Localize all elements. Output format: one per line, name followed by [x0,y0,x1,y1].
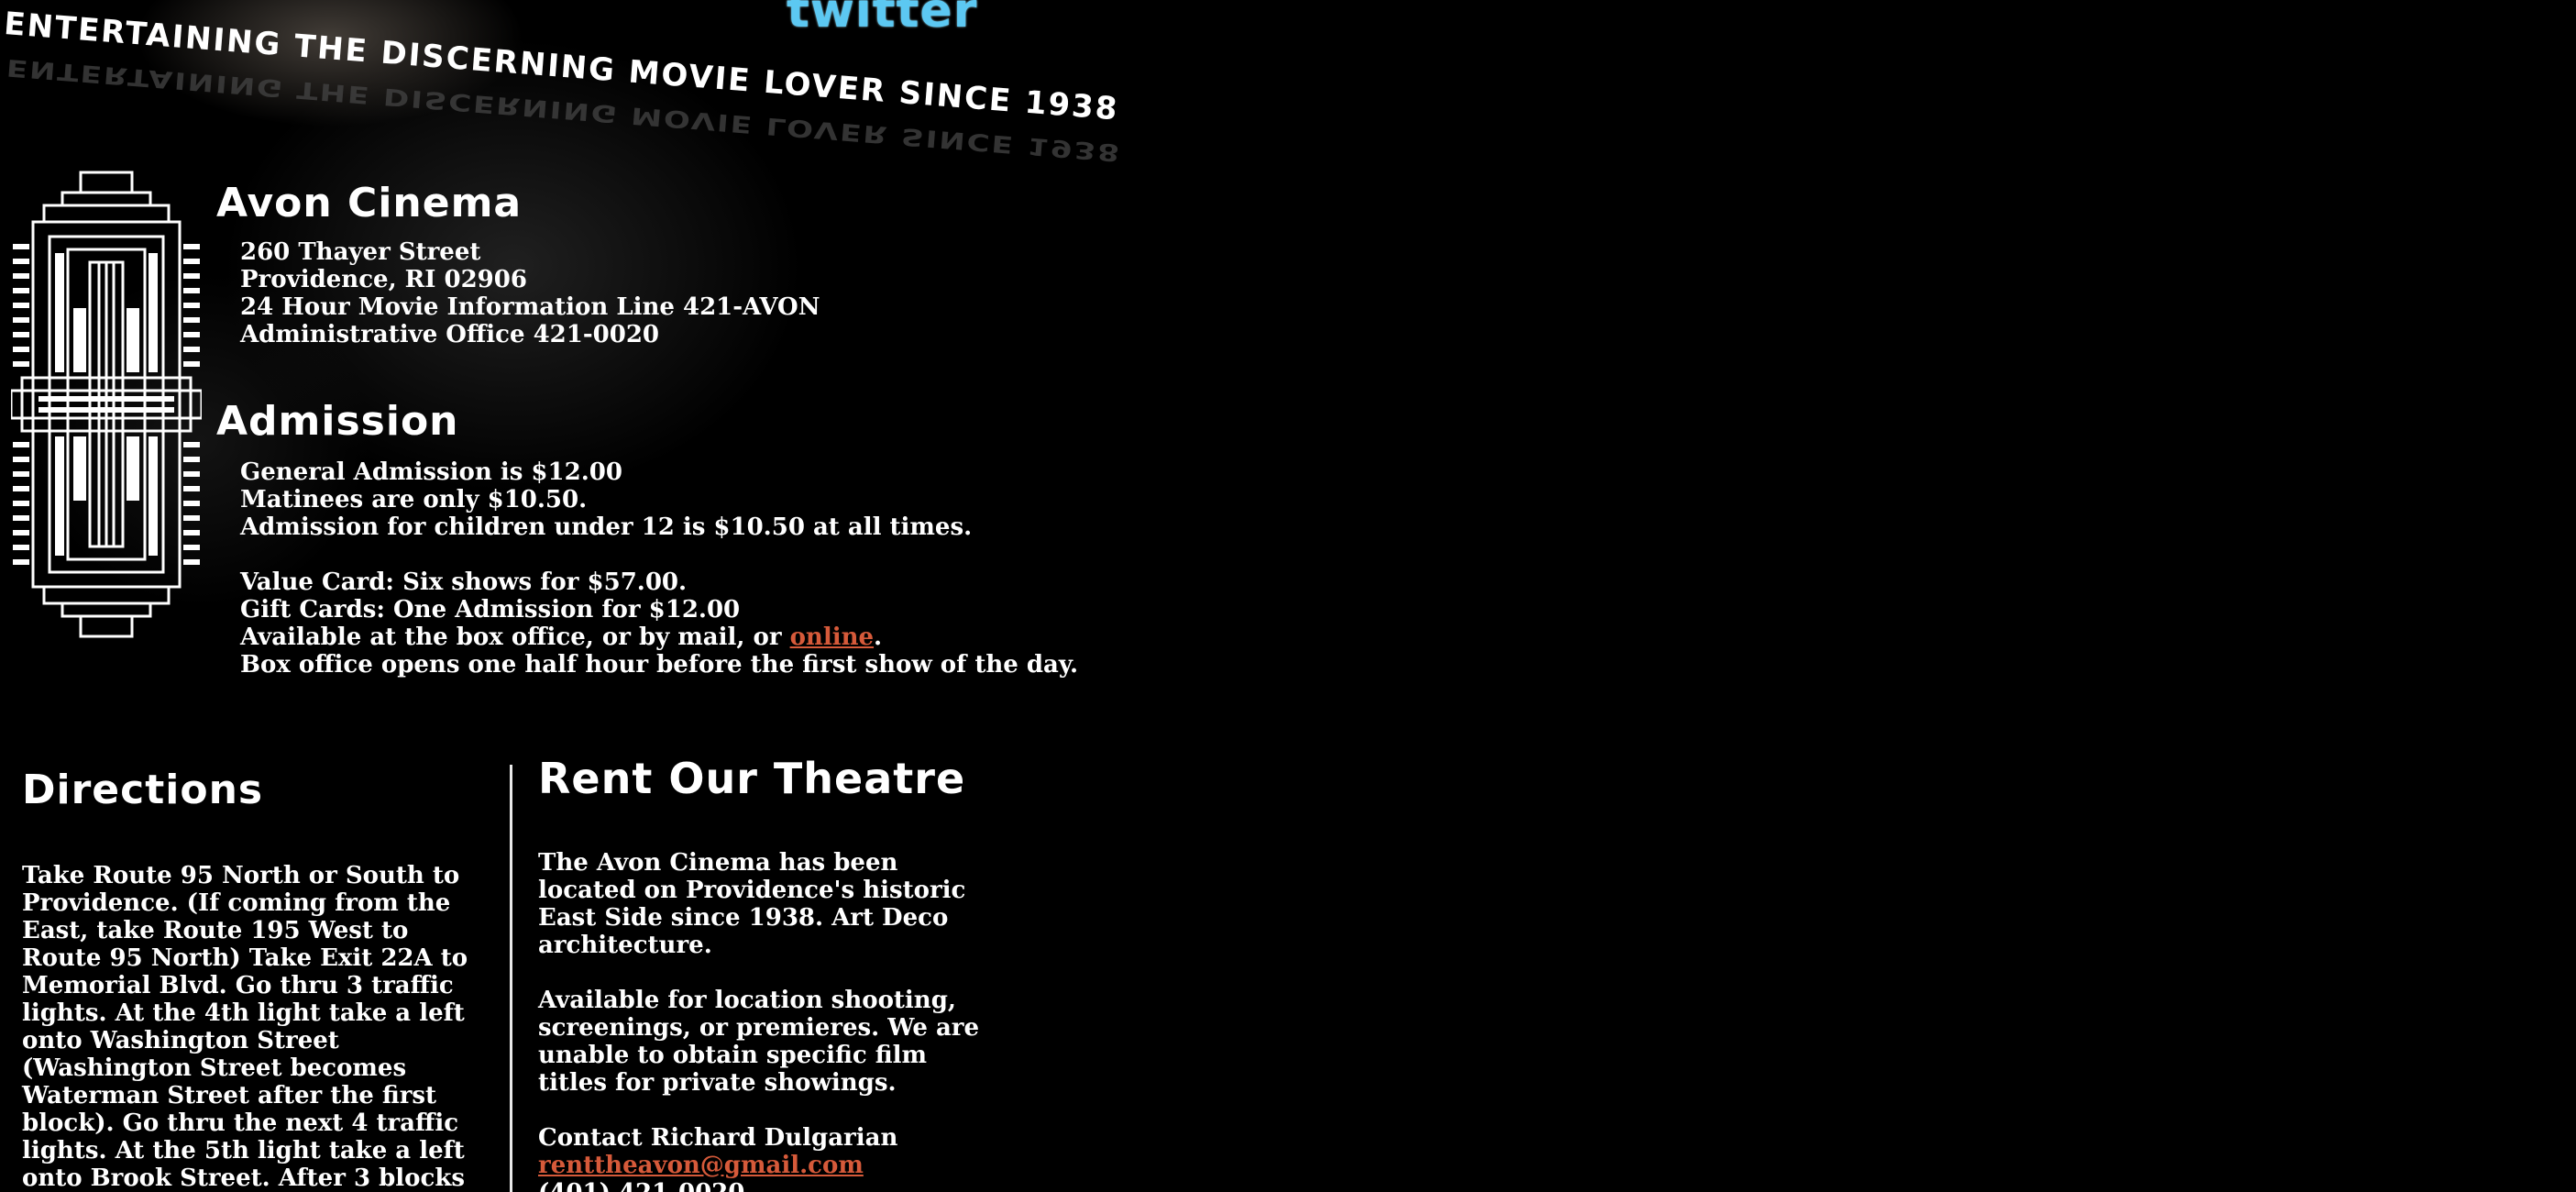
art-deco-ornament-icon [11,171,202,638]
rent-availability: Available for location shooting, screeni… [538,987,980,1097]
rent-section: The Avon Cinema has been located on Prov… [538,849,996,1192]
general-admission: General Admission is $12.00 [240,458,622,486]
contact-email-link[interactable]: renttheavon@gmail.com [538,1152,864,1179]
online-link[interactable]: online [790,624,874,651]
twitter-logo-link[interactable]: twitter [787,0,977,39]
rent-title: Rent Our Theatre [538,754,966,803]
availability-line: Available at the box office, or by mail,… [240,624,1078,651]
admission-title: Admission [216,398,459,445]
children-price: Admission for children under 12 is $10.5… [240,513,973,541]
office-line: Administrative Office 421-0020 [240,321,660,348]
box-office-hours: Box office opens one half hour before th… [240,651,1079,679]
admission-info: General Admission is $12.00 Matinees are… [240,458,1078,679]
contact-phone: (401) 421-0020. [538,1179,996,1192]
directions-text: Take Route 95 North or South to Providen… [22,862,468,1192]
value-card: Value Card: Six shows for $57.00. [240,568,688,596]
cinema-title: Avon Cinema [216,180,523,226]
address-city: Providence, RI 02906 [240,266,527,293]
gift-cards: Gift Cards: One Admission for $12.00 [240,596,741,624]
page: twitter ENTERTAINING THE DISCERNING MOVI… [0,0,1122,1192]
matinee-price: Matinees are only $10.50. [240,486,588,513]
column-divider [510,765,512,1192]
info-line: 24 Hour Movie Information Line 421-AVON [240,293,820,321]
rent-contact: Contact Richard Dulgarian renttheavon@gm… [538,1124,996,1192]
rent-history: The Avon Cinema has been located on Prov… [538,849,966,959]
contact-name: Contact Richard Dulgarian [538,1124,898,1152]
cinema-address: 260 Thayer Street Providence, RI 02906 2… [240,238,820,348]
address-street: 260 Thayer Street [240,238,481,266]
directions-title: Directions [22,767,264,813]
availability-suffix: . [874,624,883,651]
availability-prefix: Available at the box office, or by mail,… [240,624,790,651]
